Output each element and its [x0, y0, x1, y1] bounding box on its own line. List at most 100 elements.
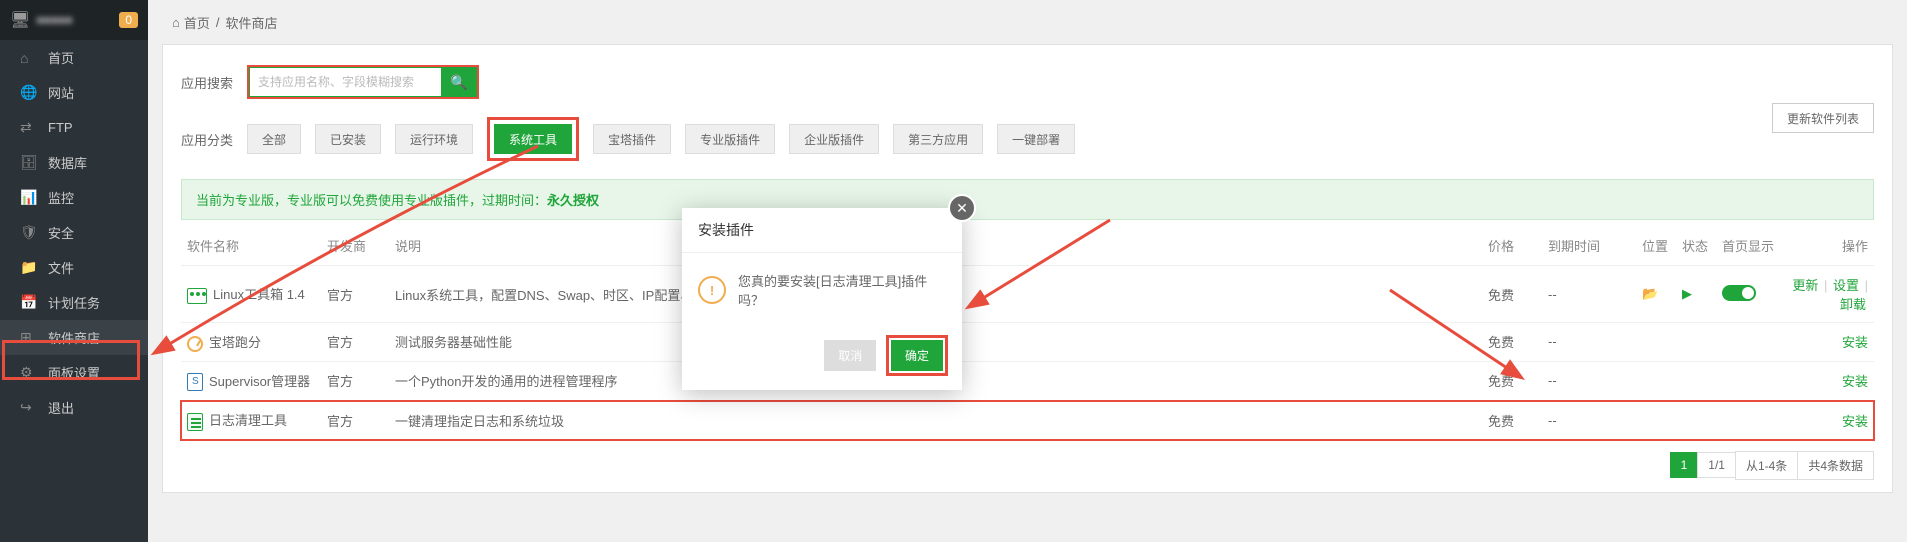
- cancel-button[interactable]: 取消: [824, 340, 876, 371]
- sidebar-item-label: 退出: [48, 398, 74, 417]
- grid-icon: ⊞: [20, 329, 38, 346]
- th-pos: 位置: [1636, 226, 1676, 266]
- th-name: 软件名称: [181, 226, 321, 266]
- position-cell: 📂: [1636, 266, 1676, 323]
- description: 一键清理指定日志和系统垃圾: [389, 401, 1482, 441]
- sidebar-item-folder[interactable]: 📁文件: [0, 250, 148, 285]
- status-cell: [1676, 401, 1716, 441]
- table-row: Supervisor管理器 官方 一个Python开发的通用的进程管理程序 免费…: [181, 361, 1874, 401]
- developer: 官方: [321, 323, 389, 362]
- search-button[interactable]: 🔍: [441, 67, 477, 97]
- breadcrumb-home[interactable]: 首页: [184, 13, 210, 32]
- search-icon: 🔍: [450, 74, 467, 90]
- expire: --: [1542, 323, 1636, 362]
- sidebar-item-exit[interactable]: ↪退出: [0, 390, 148, 425]
- ok-highlight: 确定: [886, 335, 948, 376]
- search-input[interactable]: [249, 67, 441, 97]
- page-total: 共4条数据: [1797, 451, 1874, 480]
- software-table: 软件名称 开发商 说明 价格 到期时间 位置 状态 首页显示 操作 Linux工…: [181, 226, 1874, 441]
- home-icon: ⌂: [20, 50, 38, 66]
- sidebar-item-grid[interactable]: ⊞ 软件商店: [0, 320, 148, 355]
- sidebar-item-globe[interactable]: 🌐 网站: [0, 75, 148, 110]
- category-btn[interactable]: 已安装: [315, 124, 381, 154]
- operation-cell: 安装: [1784, 401, 1874, 441]
- software-icon: [187, 413, 203, 431]
- search-row: 应用搜索 🔍: [181, 65, 1874, 99]
- notification-badge[interactable]: 0: [119, 12, 138, 28]
- breadcrumb-current: 软件商店: [226, 13, 278, 32]
- calendar-icon: 📅: [20, 294, 38, 311]
- sidebar-item-label: 监控: [48, 188, 74, 207]
- th-op: 操作: [1784, 226, 1874, 266]
- software-name: 日志清理工具: [209, 413, 287, 428]
- panel: 应用搜索 🔍 应用分类 全部已安装运行环境系统工具宝塔插件专业版插件企业版插件第…: [162, 44, 1893, 493]
- operation-cell: 安装: [1784, 361, 1874, 401]
- breadcrumb-sep: /: [216, 15, 220, 30]
- category-btn[interactable]: 企业版插件: [789, 124, 879, 154]
- ftp-icon: ⇄: [20, 119, 38, 136]
- software-icon: [187, 373, 203, 391]
- sidebar-item-label: 网站: [48, 83, 74, 102]
- uninstall-link[interactable]: 卸载: [1840, 297, 1866, 312]
- home-icon[interactable]: ⌂: [172, 15, 180, 30]
- price: 免费: [1482, 401, 1542, 441]
- home-cell: [1716, 266, 1784, 323]
- warning-icon: !: [698, 276, 726, 304]
- page-current[interactable]: 1: [1670, 452, 1699, 478]
- status-cell: [1676, 323, 1716, 362]
- category-btn[interactable]: 宝塔插件: [593, 124, 671, 154]
- sidebar-item-label: 软件商店: [48, 328, 100, 347]
- modal-body: ! 您真的要安装[日志清理工具]插件吗？: [682, 253, 962, 327]
- sidebar-item-label: 数据库: [48, 153, 87, 172]
- sidebar-item-shield[interactable]: 🛡安全: [0, 215, 148, 250]
- category-btn[interactable]: 第三方应用: [893, 124, 983, 154]
- category-btn[interactable]: 一键部署: [997, 124, 1075, 154]
- install-link[interactable]: 安装: [1842, 374, 1868, 389]
- developer: 官方: [321, 361, 389, 401]
- notice-bold: 永久授权: [547, 193, 599, 208]
- ok-button[interactable]: 确定: [891, 340, 943, 371]
- folder-icon: 📁: [20, 259, 38, 276]
- sidebar-item-ftp[interactable]: ⇄ FTP: [0, 110, 148, 145]
- play-icon[interactable]: ▶: [1682, 286, 1692, 301]
- breadcrumb: ⌂ 首页 / 软件商店: [148, 0, 1907, 44]
- notice-text: 当前为专业版，专业版可以免费使用专业版插件，过期时间：: [196, 193, 547, 208]
- search-box-highlight: 🔍: [247, 65, 479, 99]
- sidebar-item-database[interactable]: 🗄数据库: [0, 145, 148, 180]
- sidebar-item-label: 面板设置: [48, 363, 100, 382]
- modal-title: 安装插件: [682, 208, 962, 253]
- home-cell: [1716, 361, 1784, 401]
- sidebar-item-monitor[interactable]: 📊 监控: [0, 180, 148, 215]
- modal-close-button[interactable]: ✕: [948, 194, 976, 222]
- th-price: 价格: [1482, 226, 1542, 266]
- globe-icon: 🌐: [20, 84, 38, 101]
- sidebar-item-label: 计划任务: [48, 293, 100, 312]
- software-name: 宝塔跑分: [209, 335, 261, 350]
- category-btn[interactable]: 专业版插件: [685, 124, 775, 154]
- category-label: 应用分类: [181, 130, 239, 149]
- install-link[interactable]: 安装: [1842, 414, 1868, 429]
- close-icon: ✕: [956, 200, 968, 217]
- category-btn[interactable]: 全部: [247, 124, 301, 154]
- setting-link[interactable]: 设置: [1833, 278, 1859, 293]
- th-dev: 开发商: [321, 226, 389, 266]
- modal-message: 您真的要安装[日志清理工具]插件吗？: [738, 271, 946, 309]
- operation-cell: 安装: [1784, 323, 1874, 362]
- search-label: 应用搜索: [181, 73, 239, 92]
- folder-icon[interactable]: 📂: [1642, 286, 1658, 301]
- monitor-icon: 📊: [20, 189, 38, 206]
- software-icon: [187, 288, 207, 304]
- sidebar-item-calendar[interactable]: 📅 计划任务: [0, 285, 148, 320]
- update-list-button[interactable]: 更新软件列表: [1772, 103, 1874, 133]
- sidebar-item-label: FTP: [48, 120, 73, 135]
- status-cell: [1676, 361, 1716, 401]
- sidebar-item-gear[interactable]: ⚙面板设置: [0, 355, 148, 390]
- expire: --: [1542, 401, 1636, 441]
- install-link[interactable]: 安装: [1842, 335, 1868, 350]
- category-btn[interactable]: 运行环境: [395, 124, 473, 154]
- toggle-switch[interactable]: [1722, 285, 1756, 301]
- category-btn[interactable]: 系统工具: [494, 124, 572, 154]
- sidebar-item-home[interactable]: ⌂首页: [0, 40, 148, 75]
- developer: 官方: [321, 401, 389, 441]
- update-link[interactable]: 更新: [1792, 278, 1818, 293]
